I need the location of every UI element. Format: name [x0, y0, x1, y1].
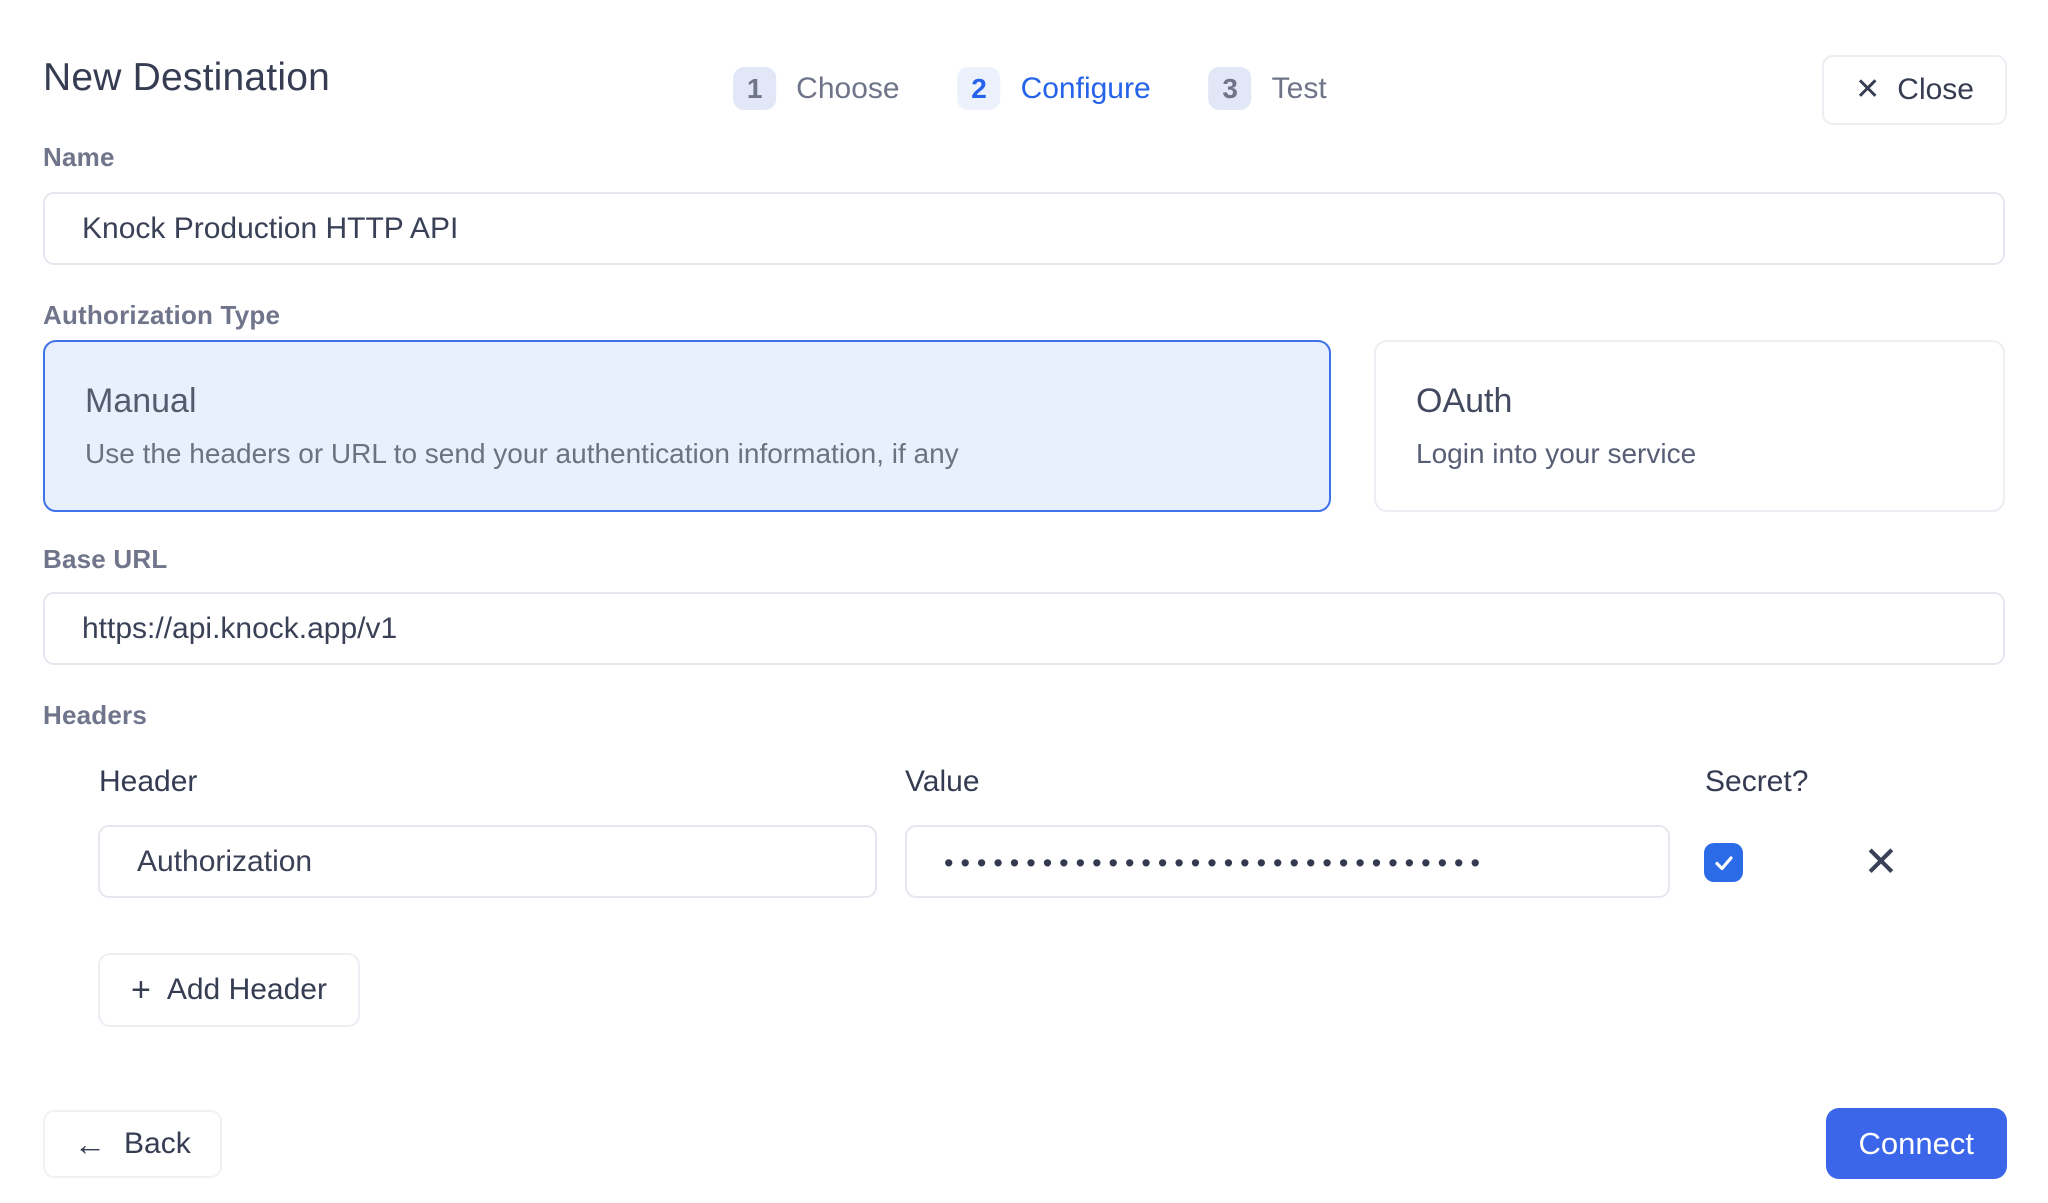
- add-header-button-label: Add Header: [167, 973, 327, 1007]
- step-test-number-badge: 3: [1209, 67, 1252, 110]
- step-configure[interactable]: 2 Configure: [958, 67, 1151, 110]
- base-url-label: Base URL: [43, 544, 167, 575]
- name-input[interactable]: [43, 192, 2005, 265]
- step-choose-label: Choose: [796, 72, 899, 106]
- remove-header-button[interactable]: ✕: [1858, 838, 1904, 884]
- column-header-secret: Secret?: [1705, 765, 1808, 799]
- step-configure-number-badge: 2: [958, 67, 1001, 110]
- column-header-value: Value: [905, 765, 980, 799]
- close-icon: ✕: [1855, 75, 1880, 105]
- page-title: New Destination: [43, 56, 330, 100]
- secret-checkbox[interactable]: [1704, 843, 1743, 882]
- authorization-type-label: Authorization Type: [43, 300, 280, 331]
- arrow-left-icon: ←: [74, 1128, 106, 1160]
- auth-option-manual-title: Manual: [85, 382, 1289, 421]
- base-url-input[interactable]: [43, 592, 2005, 665]
- header-value-input[interactable]: [905, 825, 1670, 898]
- close-button-label: Close: [1897, 73, 1974, 107]
- step-test-label: Test: [1272, 72, 1327, 106]
- step-test[interactable]: 3 Test: [1209, 67, 1327, 110]
- stepper: 1 Choose 2 Configure 3 Test: [733, 67, 1327, 110]
- back-button-label: Back: [124, 1127, 191, 1161]
- checkmark-icon: [1712, 851, 1736, 875]
- add-header-button[interactable]: + Add Header: [98, 953, 360, 1027]
- back-button[interactable]: ← Back: [43, 1110, 222, 1178]
- step-choose-number-badge: 1: [733, 67, 776, 110]
- auth-option-manual-description: Use the headers or URL to send your auth…: [85, 438, 1289, 470]
- connect-button[interactable]: Connect: [1826, 1108, 2007, 1179]
- name-label: Name: [43, 142, 115, 173]
- plus-icon: +: [131, 973, 151, 1007]
- auth-option-oauth-description: Login into your service: [1416, 438, 1963, 470]
- headers-section-label: Headers: [43, 700, 147, 731]
- remove-header-icon: ✕: [1863, 837, 1898, 886]
- step-choose[interactable]: 1 Choose: [733, 67, 899, 110]
- auth-option-oauth-title: OAuth: [1416, 382, 1963, 421]
- auth-option-oauth[interactable]: OAuth Login into your service: [1374, 340, 2005, 512]
- step-configure-label: Configure: [1021, 72, 1151, 106]
- close-button[interactable]: ✕ Close: [1822, 55, 2007, 125]
- header-name-input[interactable]: [98, 825, 877, 898]
- auth-option-manual[interactable]: Manual Use the headers or URL to send yo…: [43, 340, 1331, 512]
- column-header-header: Header: [99, 765, 197, 799]
